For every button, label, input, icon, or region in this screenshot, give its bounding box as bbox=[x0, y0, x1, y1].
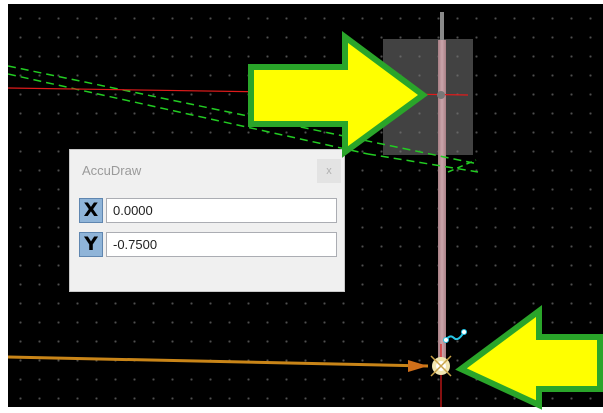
green-dashed-line-lower bbox=[8, 73, 369, 155]
x-value-field[interactable]: 0.0000 bbox=[106, 198, 337, 223]
x-axis-lock-button[interactable]: X bbox=[79, 198, 103, 223]
accudraw-title: AccuDraw bbox=[82, 163, 142, 178]
orange-element-line bbox=[8, 355, 429, 368]
close-button[interactable]: x bbox=[317, 159, 341, 183]
tentative-point-marker bbox=[437, 91, 445, 99]
green-dashed-line-right bbox=[367, 153, 479, 173]
accudraw-dialog[interactable]: AccuDraw x X 0.0000 Y -0.7500 bbox=[69, 149, 345, 292]
red-horizontal-axis-line bbox=[8, 87, 469, 96]
x-row: X 0.0000 bbox=[79, 198, 337, 223]
drawing-view[interactable]: AccuDraw x X 0.0000 Y -0.7500 bbox=[8, 4, 603, 407]
y-value-field[interactable]: -0.7500 bbox=[106, 232, 337, 257]
green-dashed-line-tail bbox=[447, 159, 477, 173]
y-axis-lock-button[interactable]: Y bbox=[79, 232, 103, 257]
orange-direction-arrowhead bbox=[408, 360, 428, 372]
snap-point-icon bbox=[430, 355, 452, 377]
y-row: Y -0.7500 bbox=[79, 232, 337, 257]
